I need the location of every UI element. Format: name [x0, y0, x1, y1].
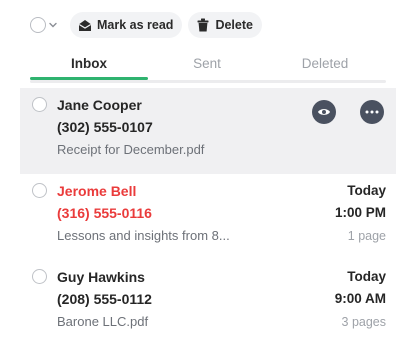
chevron-down-icon[interactable]	[48, 20, 58, 30]
eye-icon	[318, 109, 330, 115]
view-button[interactable]	[312, 100, 336, 124]
tab-divider	[30, 80, 386, 83]
message-time: 1:00 PM	[334, 205, 386, 220]
contact-name: Jane Cooper	[57, 97, 142, 113]
tab-deleted-label: Deleted	[301, 56, 349, 71]
message-list: Jane Cooper (302) 555-0107 Receipt for D…	[20, 88, 396, 341]
mark-as-read-label: Mark as read	[97, 18, 174, 32]
page-count: 3 pages	[341, 315, 386, 329]
toolbar: Mark as read Delete	[30, 11, 268, 39]
tab-sent-label: Sent	[193, 56, 221, 71]
more-icon	[365, 110, 379, 114]
row-select-checkbox[interactable]	[32, 269, 47, 284]
delete-button[interactable]: Delete	[188, 12, 262, 38]
page-count: 1 page	[347, 229, 386, 243]
mark-as-read-button[interactable]: Mark as read	[70, 12, 183, 38]
tab-sent[interactable]: Sent	[148, 55, 266, 73]
envelope-open-icon	[78, 18, 92, 32]
tab-bar: Inbox Sent Deleted	[30, 55, 386, 83]
trash-icon	[196, 18, 210, 32]
message-time: 9:00 AM	[334, 291, 386, 306]
contact-name: Guy Hawkins	[57, 269, 145, 285]
select-all-circle[interactable]	[30, 17, 46, 33]
message-row[interactable]: Jerome Bell (316) 555-0116 Lessons and i…	[20, 174, 396, 260]
delete-label: Delete	[215, 18, 253, 32]
message-day: Today	[347, 269, 386, 284]
contact-phone: (302) 555-0107	[57, 119, 153, 135]
message-day: Today	[347, 183, 386, 198]
select-all-checkbox[interactable]	[30, 17, 58, 33]
active-tab-indicator	[30, 77, 148, 80]
contact-phone: (316) 555-0116	[57, 205, 152, 221]
tab-inbox-label: Inbox	[71, 56, 107, 71]
message-description: Barone LLC.pdf	[57, 314, 149, 329]
tab-deleted[interactable]: Deleted	[266, 55, 384, 73]
contact-name: Jerome Bell	[57, 183, 137, 199]
message-description: Receipt for December.pdf	[57, 142, 205, 157]
message-description: Lessons and insights from 8...	[57, 228, 230, 243]
row-select-checkbox[interactable]	[32, 183, 47, 198]
contact-phone: (208) 555-0112	[57, 291, 152, 307]
tab-inbox[interactable]: Inbox	[30, 55, 148, 80]
more-options-button[interactable]	[360, 100, 384, 124]
message-row[interactable]: Guy Hawkins (208) 555-0112 Barone LLC.pd…	[20, 260, 396, 341]
message-row[interactable]: Jane Cooper (302) 555-0107 Receipt for D…	[20, 88, 396, 174]
row-select-checkbox[interactable]	[32, 97, 47, 112]
